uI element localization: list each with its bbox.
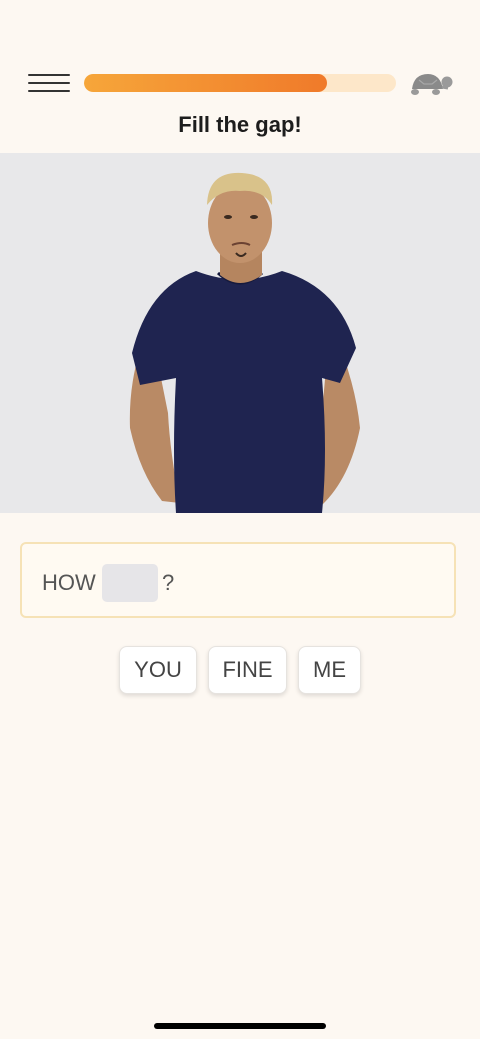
- menu-line: [28, 74, 70, 76]
- signer-figure: [129, 172, 360, 513]
- choice-you-button[interactable]: YOU: [119, 646, 197, 694]
- page-title: Fill the gap!: [178, 112, 302, 137]
- menu-line: [28, 90, 70, 92]
- home-indicator: [154, 1023, 326, 1029]
- answer-gap[interactable]: [102, 564, 158, 602]
- turtle-icon[interactable]: [408, 70, 454, 98]
- progress-fill: [84, 74, 328, 92]
- answer-box: HOW ?: [20, 542, 456, 618]
- menu-icon[interactable]: [28, 72, 70, 94]
- sign-video[interactable]: [0, 153, 480, 513]
- menu-line: [28, 82, 70, 84]
- choice-me-button[interactable]: ME: [298, 646, 361, 694]
- sentence-word: ?: [162, 570, 175, 595]
- choice-fine-button[interactable]: FINE: [208, 646, 287, 694]
- sentence-word: HOW: [42, 570, 96, 595]
- header: Fill the gap!: [0, 0, 480, 153]
- progress-bar: [84, 74, 396, 92]
